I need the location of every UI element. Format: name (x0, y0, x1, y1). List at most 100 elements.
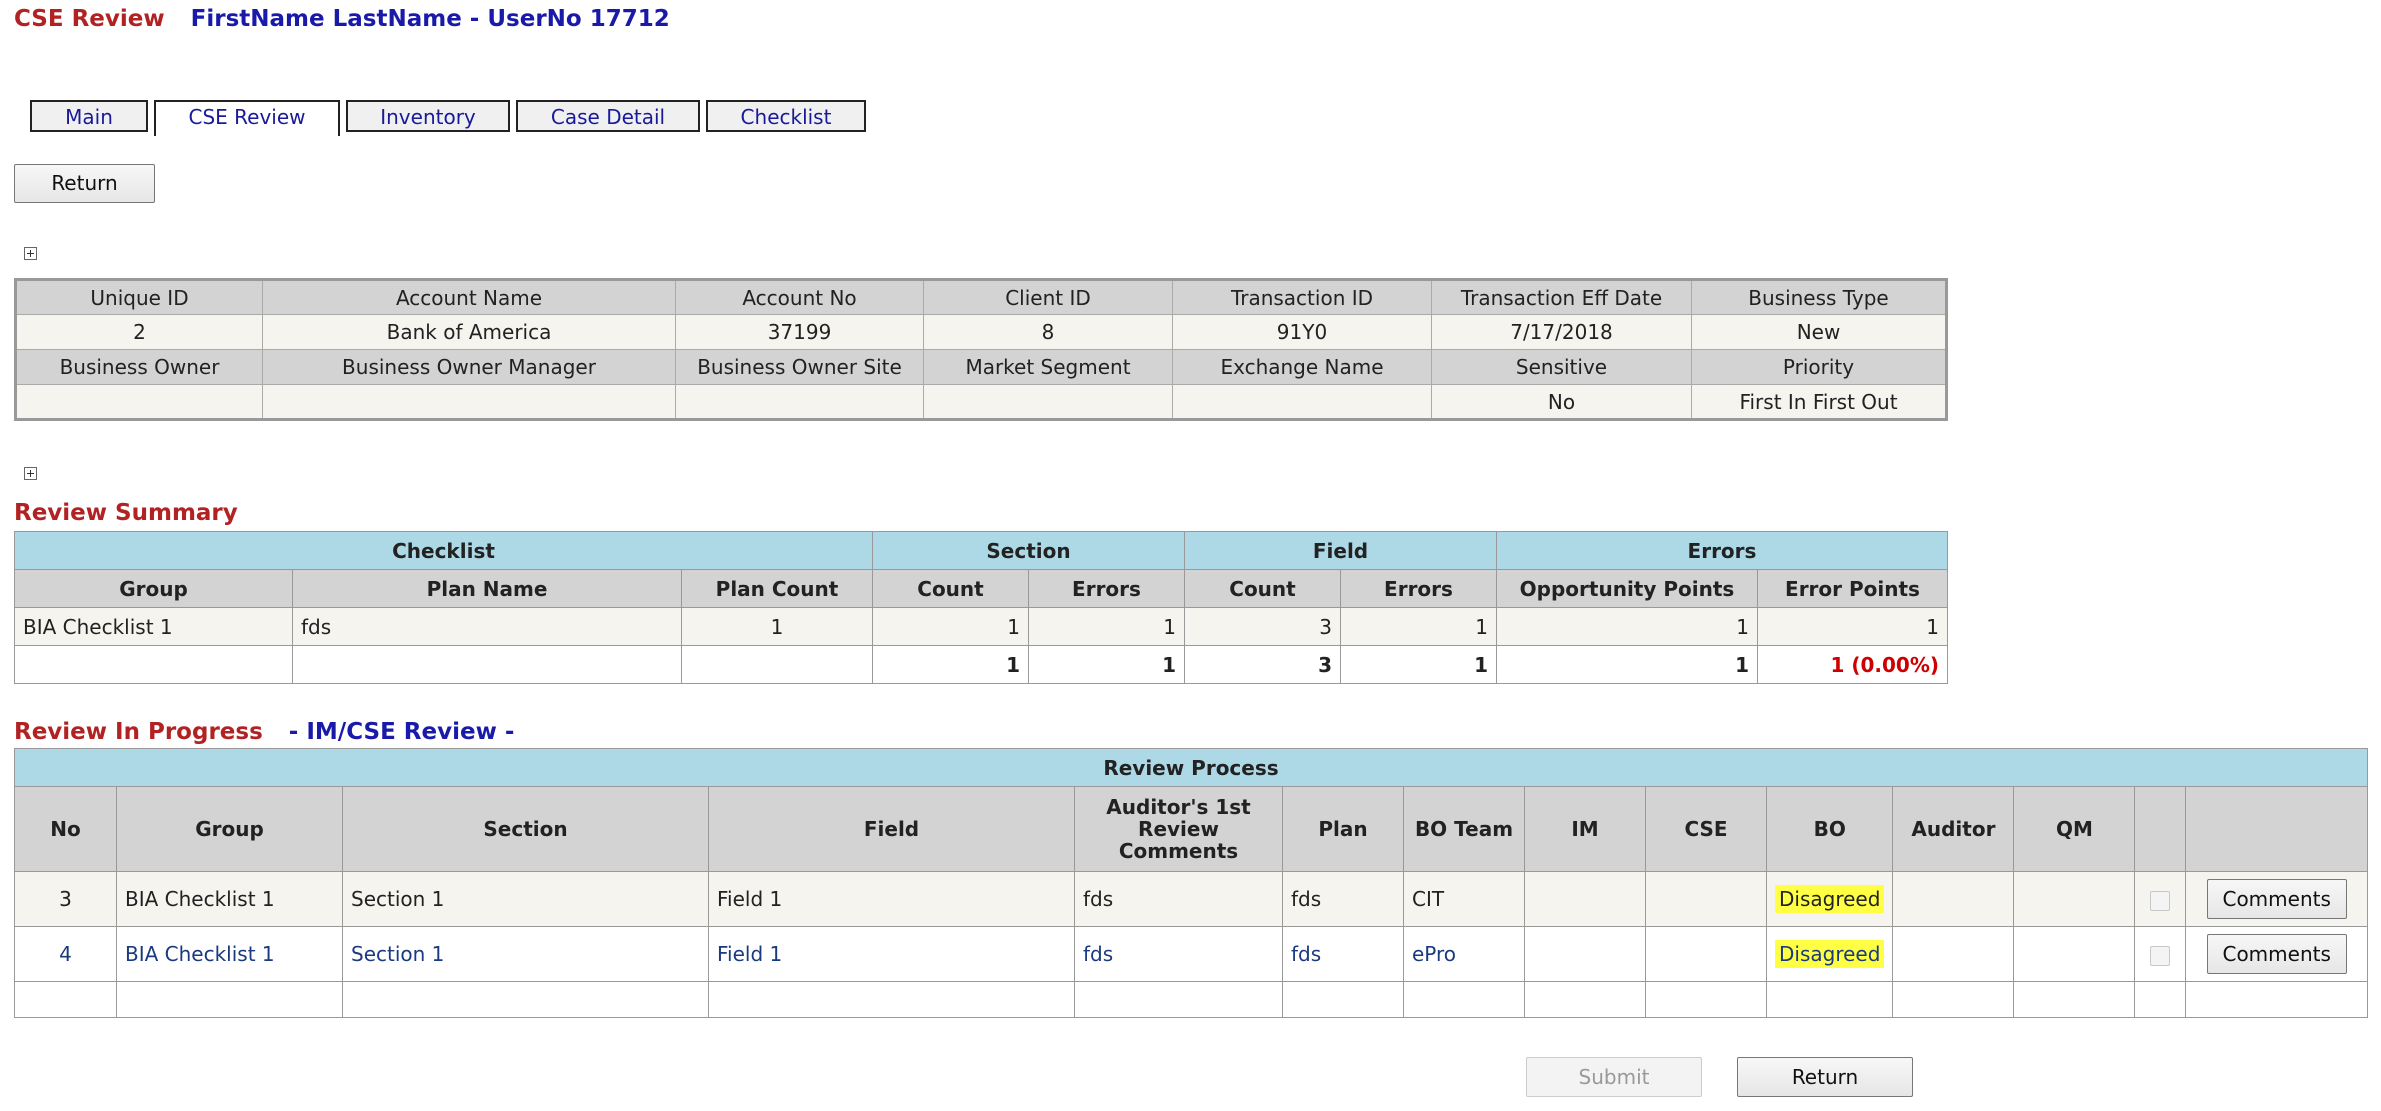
tab-inventory[interactable]: Inventory (346, 100, 510, 132)
info-header-cell: Business Owner Site (675, 349, 924, 385)
summary-column-header: Opportunity Points (1496, 569, 1758, 608)
tab-inventory-label: Inventory (380, 105, 476, 129)
tab-case-detail[interactable]: Case Detail (516, 100, 700, 132)
process-cell-no: 4 (14, 926, 117, 982)
info-value-cell: New (1691, 314, 1947, 350)
empty-cell (1892, 981, 2015, 1018)
expand-icon[interactable] (24, 247, 37, 260)
summary-cell: 1 (1340, 607, 1497, 646)
summary-column-header: Count (1184, 569, 1341, 608)
empty-cell (1765, 981, 1894, 1018)
empty-cell (2134, 981, 2187, 1018)
info-value-cell (923, 384, 1173, 420)
empty-cell (1524, 981, 1646, 1018)
process-cell-comments: fds (1074, 871, 1283, 927)
process-column-header: No (14, 786, 117, 872)
summary-column-header: Error Points (1757, 569, 1948, 608)
process-cell-qm (2013, 926, 2136, 982)
summary-totals-row: 1 1 3 1 1 1 (0.00%) (14, 645, 1948, 684)
process-column-row: No Group Section Field Auditor's 1st Rev… (14, 786, 2368, 872)
process-cell-im (1524, 926, 1646, 982)
expand-icon[interactable] (24, 467, 37, 480)
info-header-cell: Exchange Name (1172, 349, 1432, 385)
tab-case-detail-label: Case Detail (550, 105, 666, 129)
empty-cell (1074, 981, 1283, 1018)
info-value-cell: Bank of America (262, 314, 676, 350)
process-column-header: Group (116, 786, 343, 872)
process-column-header: CSE (1645, 786, 1767, 872)
info-header-cell: Sensitive (1431, 349, 1692, 385)
user-label: FirstName LastName - UserNo 17712 (190, 6, 670, 32)
info-value-cell (262, 384, 676, 420)
row-checkbox[interactable] (2150, 890, 2171, 911)
process-cell-group: BIA Checklist 1 (116, 926, 343, 982)
tab-main-label: Main (65, 105, 113, 129)
return-button-top[interactable]: Return (14, 164, 155, 203)
review-summary-title: Review Summary (14, 500, 238, 526)
process-cell-field: Field 1 (708, 871, 1075, 927)
info-value-cell: 2 (15, 314, 263, 350)
process-column-header (2134, 786, 2187, 872)
case-info-table: Unique ID Account Name Account No Client… (14, 278, 1948, 421)
summary-total-cell: 1 (1340, 645, 1497, 684)
summary-cell: BIA Checklist 1 (14, 607, 293, 646)
info-value-cell: First In First Out (1691, 384, 1947, 420)
summary-cell: 3 (1184, 607, 1341, 646)
comments-button[interactable]: Comments (2206, 934, 2347, 974)
tab-checklist[interactable]: Checklist (706, 100, 866, 132)
summary-total-error-points: 1 (0.00%) (1757, 645, 1948, 684)
summary-cell: 1 (1757, 607, 1948, 646)
comments-button[interactable]: Comments (2206, 879, 2347, 919)
process-cell-plan: fds (1282, 926, 1404, 982)
review-process-table: Review Process No Group Section Field Au… (14, 748, 2368, 1018)
summary-column-header: Plan Name (292, 569, 682, 608)
process-cell-bo-team: CIT (1403, 871, 1525, 927)
process-cell-field: Field 1 (708, 926, 1075, 982)
process-cell-check (2134, 871, 2187, 927)
summary-group-header: Field (1184, 531, 1497, 570)
tab-cse-review[interactable]: CSE Review (154, 100, 340, 136)
tab-checklist-label: Checklist (740, 105, 832, 129)
info-header-cell: Business Owner (15, 349, 263, 385)
process-cell-auditor (1892, 926, 2015, 982)
bo-status-disagreed: Disagreed (1775, 885, 1885, 913)
process-column-header: IM (1524, 786, 1646, 872)
page-title: CSE Review (14, 6, 165, 32)
submit-button[interactable]: Submit (1526, 1057, 1702, 1097)
tab-main[interactable]: Main (30, 100, 148, 132)
review-in-progress-title-row: Review In Progress - IM/CSE Review - (14, 719, 514, 745)
process-cell-qm (2013, 871, 2136, 927)
info-header-cell: Client ID (923, 279, 1173, 315)
process-column-header: Plan (1282, 786, 1404, 872)
process-cell-plan: fds (1282, 871, 1404, 927)
empty-cell (1645, 981, 1767, 1018)
empty-cell (342, 981, 709, 1018)
summary-group-header: Checklist (14, 531, 873, 570)
review-in-progress-title: Review In Progress (14, 719, 263, 745)
process-cell-action: Comments (2185, 871, 2368, 927)
info-value-cell (675, 384, 924, 420)
bo-status-disagreed: Disagreed (1775, 940, 1885, 968)
return-button-bottom[interactable]: Return (1737, 1057, 1913, 1097)
row-checkbox[interactable] (2150, 945, 2171, 966)
info-header-cell: Transaction ID (1172, 279, 1432, 315)
summary-group-header: Section (872, 531, 1185, 570)
summary-column-header: Errors (1028, 569, 1185, 608)
process-column-header: BO (1765, 786, 1894, 872)
info-value-cell: 7/17/2018 (1431, 314, 1692, 350)
info-header-row-2: Business Owner Business Owner Manager Bu… (15, 349, 1947, 385)
process-title-row: Review Process (14, 748, 2368, 787)
empty-cell (14, 981, 117, 1018)
process-cell-section: Section 1 (342, 926, 709, 982)
summary-column-header: Plan Count (681, 569, 873, 608)
process-cell-group: BIA Checklist 1 (116, 871, 343, 927)
info-header-row-1: Unique ID Account Name Account No Client… (15, 279, 1947, 315)
info-value-row-1: 2 Bank of America 37199 8 91Y0 7/17/2018… (15, 314, 1947, 350)
process-cell-action: Comments (2185, 926, 2368, 982)
process-cell-im (1524, 871, 1646, 927)
empty-cell (1403, 981, 1525, 1018)
process-row: 3 BIA Checklist 1 Section 1 Field 1 fds … (14, 871, 2368, 927)
info-value-cell: 91Y0 (1172, 314, 1432, 350)
process-cell-bo-team: ePro (1403, 926, 1525, 982)
summary-cell: 1 (1028, 607, 1185, 646)
